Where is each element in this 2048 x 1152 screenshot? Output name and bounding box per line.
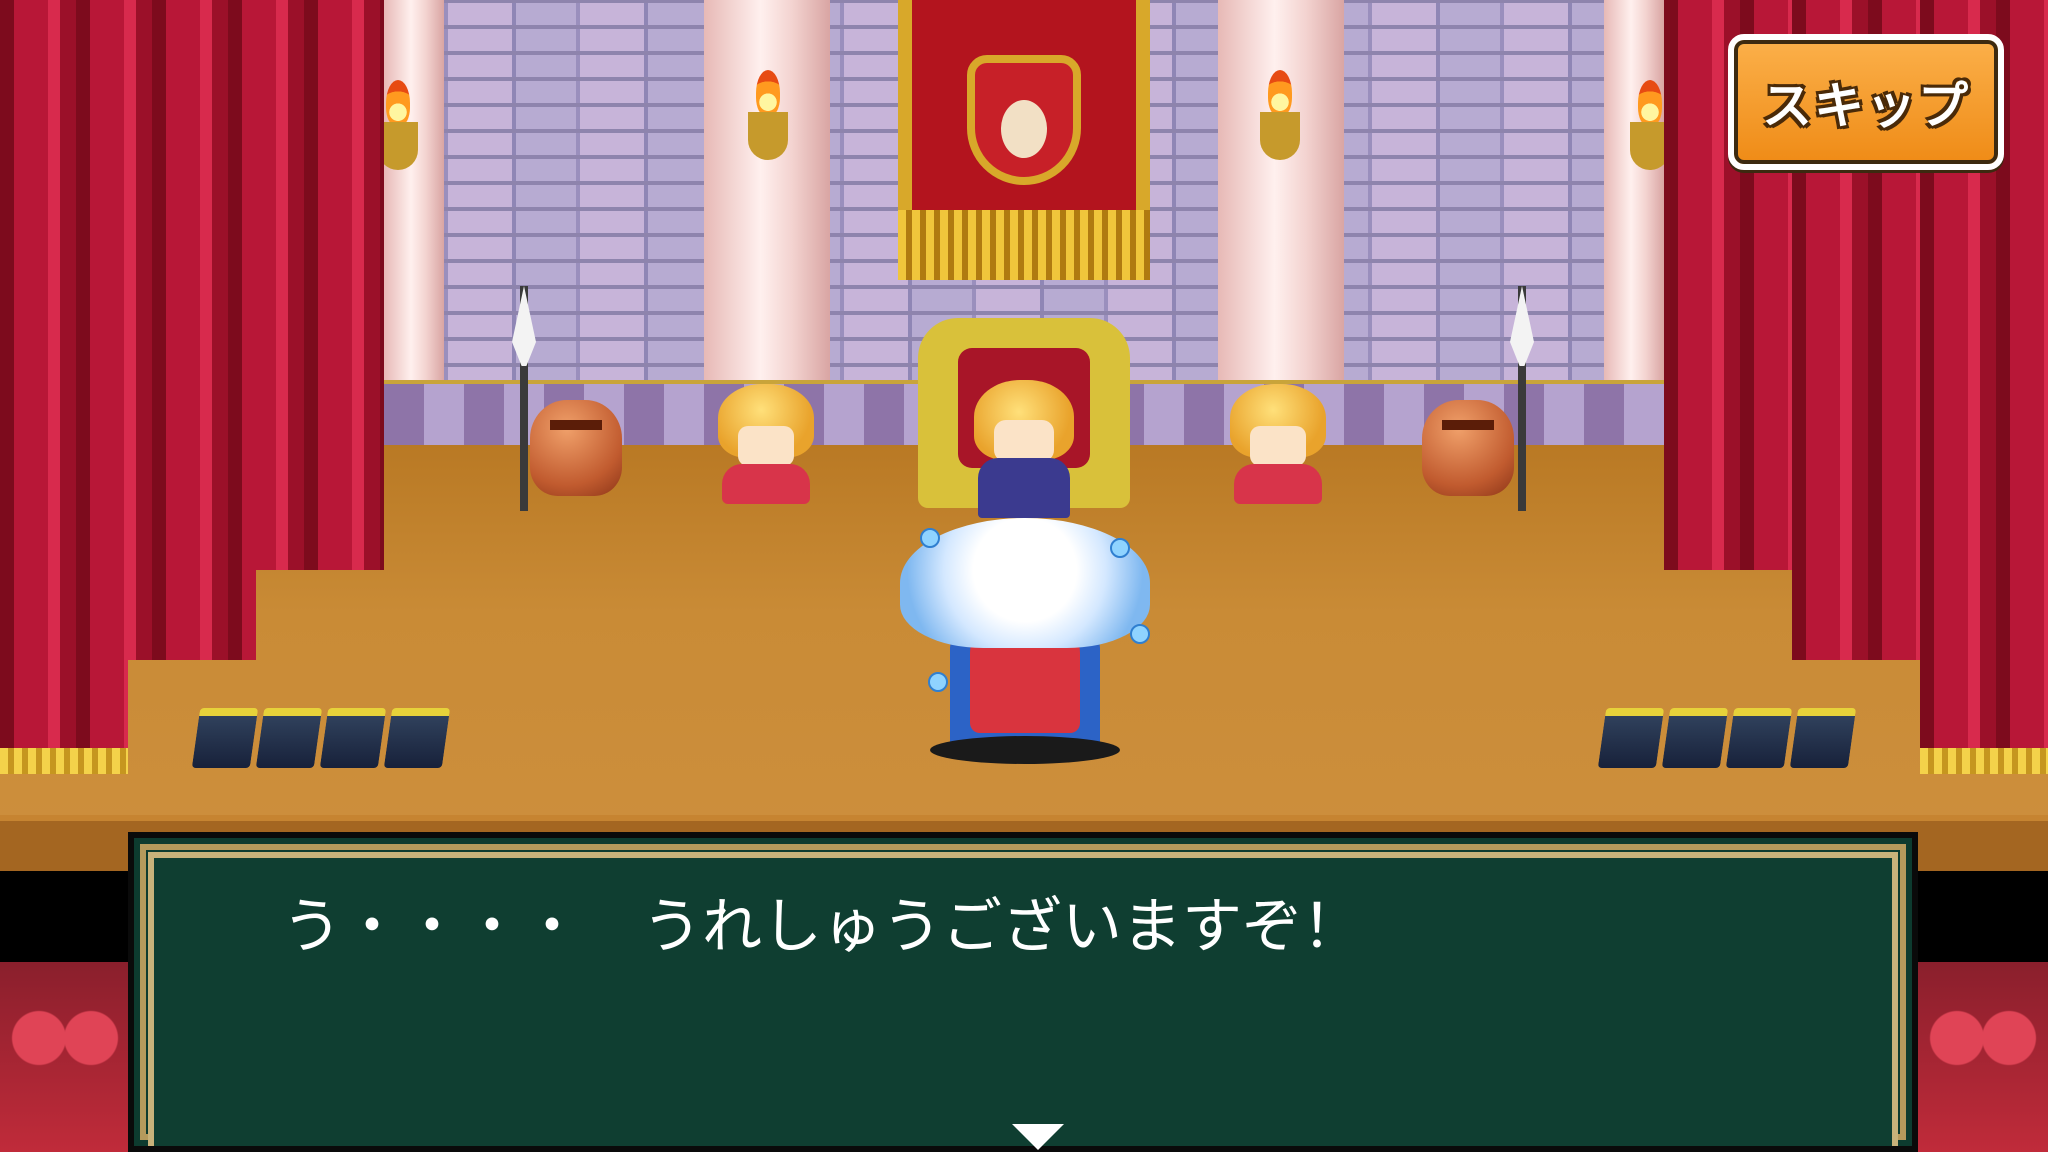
tear-drop-icon xyxy=(920,528,940,548)
pillar xyxy=(384,0,444,445)
pillar xyxy=(1604,0,1664,445)
pillar xyxy=(1218,0,1344,445)
game-scene[interactable]: スキップ う・・・・ うれしゅうございますぞ！ xyxy=(0,0,2048,1152)
tear-drop-icon xyxy=(928,672,948,692)
dialogue-frame: う・・・・ うれしゅうございますぞ！ xyxy=(148,852,1898,1146)
banner-fringe xyxy=(898,210,1150,280)
king-character xyxy=(974,380,1074,520)
torch-icon xyxy=(1260,70,1300,160)
skip-button-label: スキップ xyxy=(1762,77,1970,135)
footlight xyxy=(191,708,259,768)
guard-character xyxy=(1414,380,1524,510)
attendant-character xyxy=(1224,384,1334,508)
egg-emblem-icon xyxy=(1001,100,1047,158)
torch-icon xyxy=(378,80,418,170)
footlight xyxy=(1725,708,1793,768)
guard-character xyxy=(522,380,632,510)
attendant-character xyxy=(712,384,822,508)
tear-drop-icon xyxy=(1110,538,1130,558)
dialogue-text: う・・・・ うれしゅうございますぞ！ xyxy=(282,892,1362,962)
footlight xyxy=(319,708,387,768)
footlight xyxy=(255,708,323,768)
skip-button[interactable]: スキップ xyxy=(1728,34,2004,170)
curtain-hem xyxy=(0,748,128,774)
dialogue-box[interactable]: う・・・・ うれしゅうございますぞ！ xyxy=(128,832,1918,1152)
audience-silhouette xyxy=(1918,962,2048,1152)
footlight xyxy=(1597,708,1665,768)
footlight xyxy=(383,708,451,768)
torch-icon xyxy=(748,70,788,160)
audience-silhouette xyxy=(0,962,130,1152)
left-curtain-fold xyxy=(0,0,128,760)
down-triangle-icon[interactable] xyxy=(1012,1124,1064,1150)
footlight xyxy=(1661,708,1729,768)
pillar xyxy=(704,0,830,445)
tear-drop-icon xyxy=(1130,624,1150,644)
curtain-hem xyxy=(1920,748,2048,774)
footlight xyxy=(1789,708,1857,768)
